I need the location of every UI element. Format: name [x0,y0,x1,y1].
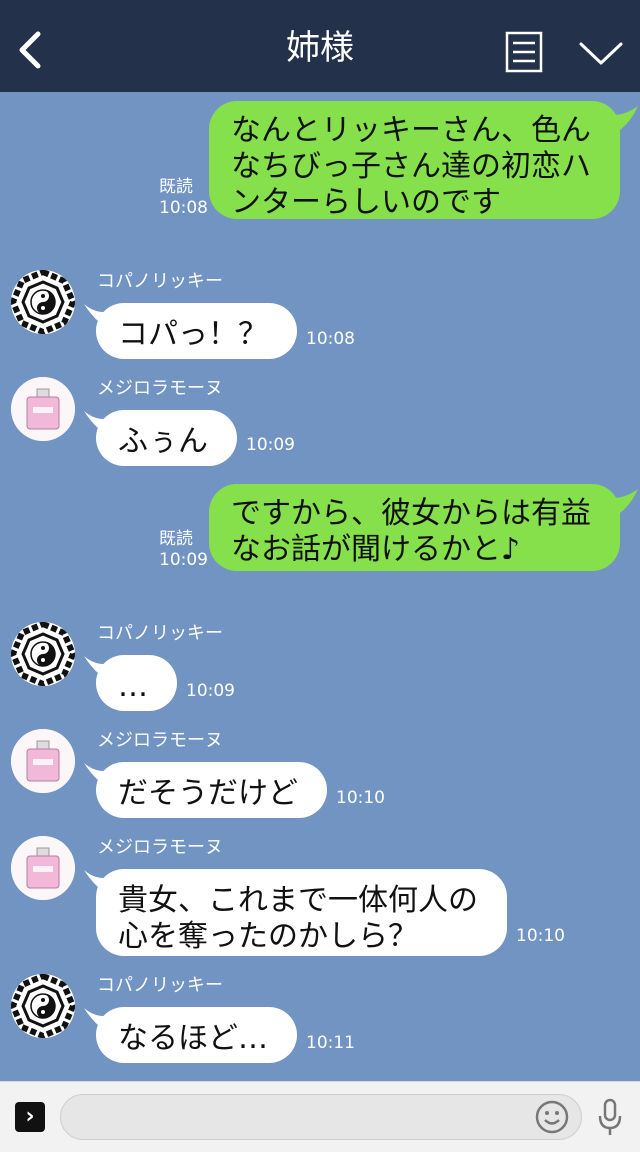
chat-title: 姉様 [286,28,354,68]
emoji-icon[interactable] [535,1100,569,1134]
incoming-message-bubble[interactable]: だそうだけど [96,762,327,818]
message-time: 10:09 [186,681,235,701]
incoming-message-bubble[interactable]: 貴女、これまで一体何人の 心を奪ったのかしら？ [96,869,507,956]
incoming-message-bubble[interactable]: コパっ！？ [96,303,297,359]
message-input[interactable] [60,1094,582,1140]
read-receipt: 既読 [159,177,193,197]
message-time: 10:11 [306,1033,355,1053]
avatar-yin-yang-icon[interactable] [11,270,75,334]
chevron-down-icon[interactable] [578,38,624,68]
message-input-bar: › [0,1081,640,1152]
read-receipt: 既読 [159,529,193,549]
avatar-perfume-icon[interactable] [11,836,75,900]
incoming-message-bubble[interactable]: … [96,655,177,711]
chat-header: 姉様 [0,0,640,92]
message-time: 10:10 [336,788,385,808]
avatar-yin-yang-icon[interactable] [11,622,75,686]
sender-name: メジロラモーヌ [97,837,223,858]
avatar-yin-yang-icon[interactable] [11,974,75,1038]
message-time: 10:09 [159,550,208,570]
mic-icon[interactable] [596,1098,624,1138]
message-time: 10:09 [246,435,295,455]
sender-name: コパノリッキー [97,975,223,996]
message-time: 10:08 [306,329,355,349]
sender-name: メジロラモーヌ [97,378,223,399]
sender-name: コパノリッキー [97,623,223,644]
outgoing-message-bubble[interactable]: なんとリッキーさん、色ん なちびっ子さん達の初恋ハ ンターらしいのです [209,101,620,220]
sender-name: メジロラモーヌ [97,730,223,751]
avatar-perfume-icon[interactable] [11,377,75,441]
message-time: 10:08 [159,198,208,218]
outgoing-message-bubble[interactable]: ですから、彼女からは有益 なお話が聞けるかと♪ [209,484,620,571]
incoming-message-bubble[interactable]: なるほど… [96,1007,297,1063]
expand-icon[interactable]: › [15,1102,45,1132]
sender-name: コパノリッキー [97,271,223,292]
incoming-message-bubble[interactable]: ふぅん [96,410,237,466]
avatar-perfume-icon[interactable] [11,729,75,793]
notes-icon[interactable] [505,31,543,73]
message-time: 10:10 [516,926,565,946]
